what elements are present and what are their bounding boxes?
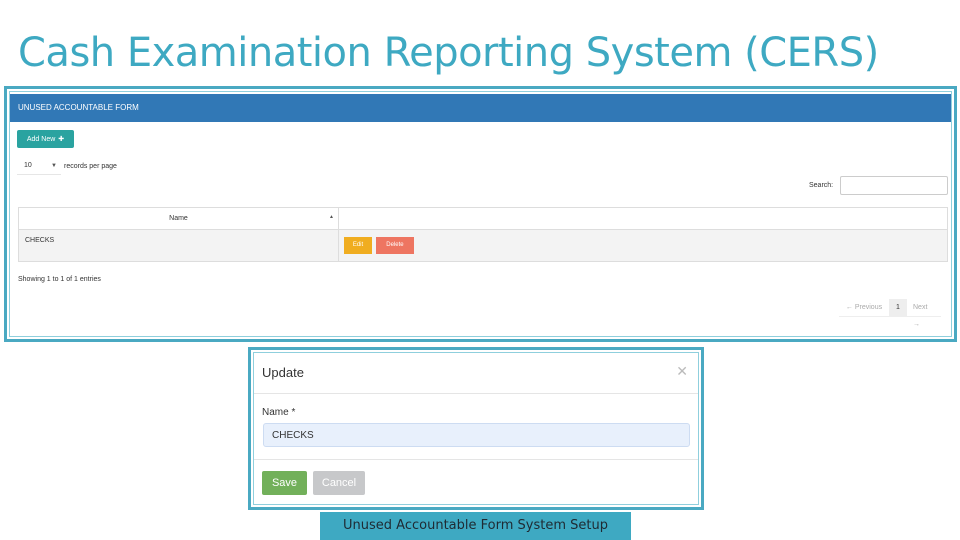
cell-name: CHECKS — [18, 229, 339, 262]
add-new-button[interactable]: Add New ✚ — [17, 130, 74, 148]
column-header-name[interactable]: Name ▲ — [18, 207, 339, 230]
add-new-label: Add New — [26, 135, 56, 143]
search-input[interactable] — [840, 176, 948, 195]
delete-button[interactable]: Delete — [375, 237, 414, 254]
page-size-select[interactable]: 10 ▼ — [17, 160, 61, 175]
slide-caption: Unused Accountable Form System Setup — [320, 512, 631, 540]
modal-title: Update — [262, 365, 304, 380]
cancel-button[interactable]: Cancel — [313, 471, 365, 495]
list-screenshot-frame: UNUSED ACCOUNTABLE FORM Add New ✚ 10 ▼ r… — [4, 86, 957, 342]
search-label: Search: — [809, 182, 834, 189]
save-button[interactable]: Save — [262, 471, 307, 495]
records-per-page-label: records per page — [64, 163, 117, 170]
slide-title: Cash Examination Reporting System (CERS) — [18, 30, 879, 76]
modal-header-divider — [254, 393, 698, 394]
pagination-next[interactable]: Next → — [907, 299, 941, 328]
caret-down-icon: ▼ — [51, 163, 57, 169]
pagination-page-1[interactable]: 1 — [889, 299, 907, 316]
list-panel: UNUSED ACCOUNTABLE FORM Add New ✚ 10 ▼ r… — [9, 91, 952, 337]
column-header-actions — [338, 207, 948, 230]
name-field-label: Name * — [262, 407, 296, 418]
modal-footer-divider — [254, 459, 698, 460]
pagination: ← Previous 1 Next → — [839, 299, 941, 328]
column-header-name-label: Name — [169, 215, 188, 222]
cell-actions: Edit Delete — [338, 229, 948, 262]
showing-entries-label: Showing 1 to 1 of 1 entries — [18, 276, 101, 283]
update-modal-frame: Update ✕ Name * CHECKS Save Cancel — [248, 347, 704, 510]
panel-header: UNUSED ACCOUNTABLE FORM — [10, 94, 951, 122]
pagination-previous[interactable]: ← Previous — [839, 299, 889, 316]
update-modal: Update ✕ Name * CHECKS Save Cancel — [253, 352, 699, 505]
page-size-value: 10 — [24, 162, 32, 169]
table-row: CHECKS Edit Delete — [18, 229, 948, 262]
data-table: Name ▲ CHECKS Edit Delete — [18, 207, 948, 262]
name-field[interactable]: CHECKS — [263, 423, 690, 447]
edit-button[interactable]: Edit — [344, 237, 372, 254]
sort-asc-icon: ▲ — [329, 214, 334, 220]
plus-icon: ✚ — [58, 136, 65, 143]
close-icon[interactable]: ✕ — [676, 363, 688, 380]
